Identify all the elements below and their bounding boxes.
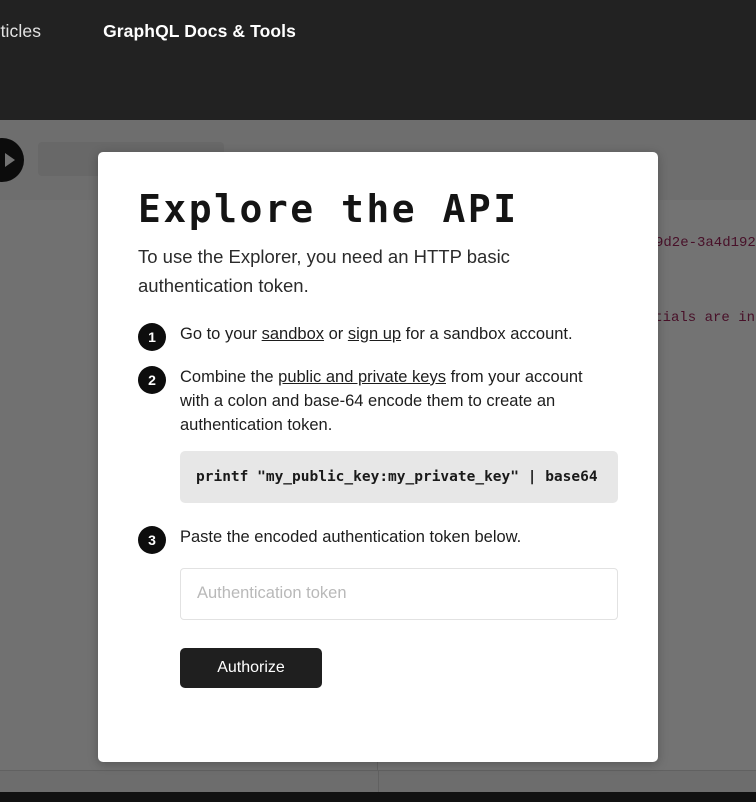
authentication-token-input[interactable] — [180, 567, 618, 620]
modal-title: Explore the API — [138, 187, 519, 231]
step-3-text: Paste the encoded authentication token b… — [180, 527, 522, 546]
modal-body: Explore the API To use the Explorer, you… — [98, 152, 658, 688]
step-2-prefix: Combine the — [180, 367, 279, 386]
step-2-badge: 2 — [138, 365, 166, 394]
step-2: 2 Combine the public and private keys fr… — [138, 365, 618, 437]
step-3: 3 Paste the encoded authentication token… — [138, 525, 618, 554]
authorize-button[interactable]: Authorize — [180, 647, 322, 688]
sandbox-link[interactable]: sandbox — [262, 325, 324, 343]
top-navigation-links: rt Articles GraphQL Docs & Tools — [0, 14, 296, 48]
modal-subtitle: To use the Explorer, you need an HTTP ba… — [138, 245, 510, 296]
step-1-text: Go to your sandbox or sign up for a sand… — [180, 322, 573, 346]
app-root: rt Articles GraphQL Docs & Tools Manage … — [0, 0, 756, 802]
step-2-text: Combine the public and private keys from… — [180, 365, 616, 437]
explore-api-modal: Explore the API To use the Explorer, you… — [98, 152, 658, 762]
step-1: 1 Go to your sandbox or sign up for a sa… — [138, 322, 618, 351]
nav-link-support-articles[interactable]: rt Articles — [0, 14, 41, 48]
top-navigation-bar: rt Articles GraphQL Docs & Tools — [0, 0, 756, 120]
step-1-badge: 1 — [138, 322, 166, 351]
nav-link-graphql-docs-tools[interactable]: GraphQL Docs & Tools — [103, 14, 296, 48]
public-private-keys-link[interactable]: public and private keys — [278, 368, 446, 386]
window-bottom-edge — [0, 792, 756, 802]
code-snippet-block: printf "my_public_key:my_private_key" | … — [180, 450, 618, 503]
step-1-prefix: Go to your — [180, 324, 262, 343]
step-1-suffix: for a sandbox account. — [401, 324, 573, 343]
sign-up-link[interactable]: sign up — [348, 325, 401, 343]
step-3-badge: 3 — [138, 525, 166, 554]
step-1-middle: or — [324, 324, 348, 343]
